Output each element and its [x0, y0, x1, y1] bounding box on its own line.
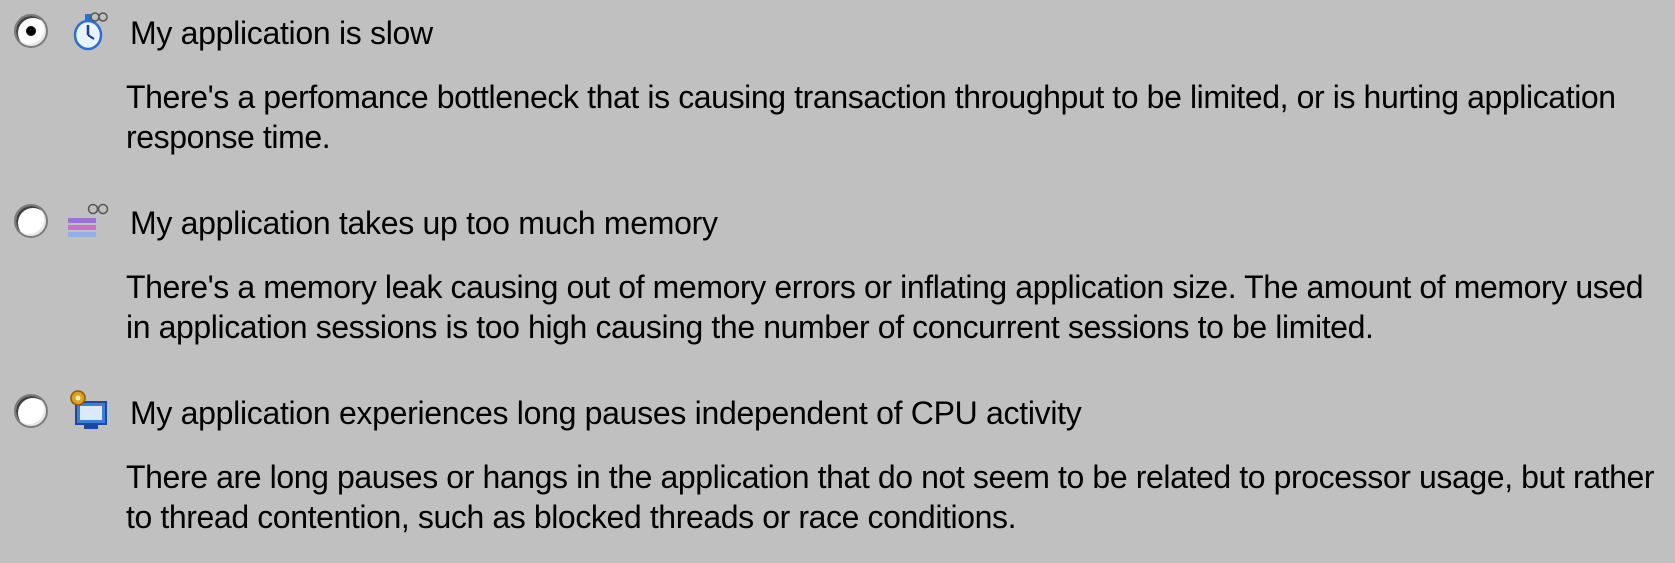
- radio-button-pauses[interactable]: [14, 394, 48, 428]
- memory-stack-icon: [68, 203, 109, 237]
- option-description: There's a perfomance bottleneck that is …: [126, 79, 1616, 155]
- option-title[interactable]: My application is slow: [130, 14, 433, 52]
- option-title[interactable]: My application takes up too much memory: [130, 204, 718, 242]
- gear-monitor-icon: [70, 390, 107, 429]
- radio-button-memory[interactable]: [14, 204, 48, 238]
- option-title[interactable]: My application experiences long pauses i…: [130, 394, 1082, 432]
- radio-button-slow[interactable]: [14, 14, 48, 48]
- option-description: There are long pauses or hangs in the ap…: [126, 459, 1655, 535]
- option-description: There's a memory leak causing out of mem…: [126, 269, 1644, 345]
- radio-dot: [26, 26, 36, 36]
- stopwatch-icon: [73, 12, 108, 51]
